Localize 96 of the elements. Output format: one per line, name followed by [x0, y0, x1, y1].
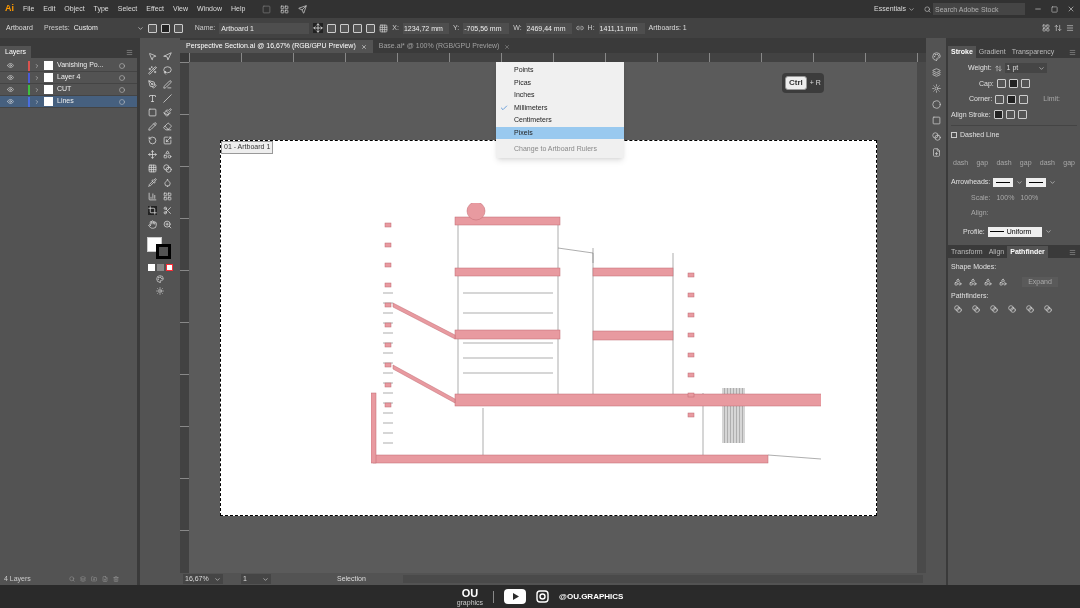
- camera-icon[interactable]: [536, 590, 550, 603]
- panel-menu-icon[interactable]: [1069, 249, 1076, 256]
- miter-join-icon[interactable]: [995, 94, 1005, 104]
- shape-builder-tool-icon[interactable]: [163, 150, 172, 159]
- line-tool-icon[interactable]: [163, 94, 172, 103]
- zoom-tool-icon[interactable]: [163, 220, 172, 229]
- video-play-icon[interactable]: [504, 589, 527, 604]
- social-handle: @OU.GRAPHICS: [559, 590, 624, 603]
- round-join-icon[interactable]: [1007, 94, 1017, 104]
- pathfinder-icon[interactable]: [1044, 305, 1052, 313]
- eyedropper-tool-icon[interactable]: [148, 178, 157, 187]
- pencil-tool-icon[interactable]: [148, 122, 157, 131]
- panel-icon[interactable]: [931, 148, 941, 157]
- caret-icon[interactable]: [1016, 178, 1024, 186]
- visibility-icon[interactable]: [7, 74, 14, 81]
- caret-icon[interactable]: [908, 5, 915, 13]
- panel-icon[interactable]: [931, 84, 941, 93]
- none-swatch[interactable]: [165, 264, 173, 271]
- caret-icon[interactable]: [1049, 178, 1057, 186]
- panel-menu-icon[interactable]: [1069, 49, 1076, 56]
- type-tool-icon[interactable]: [148, 94, 157, 103]
- scale-tool-icon[interactable]: [163, 136, 172, 145]
- screen-mode-icon[interactable]: [156, 287, 164, 295]
- search-icon: [924, 5, 931, 13]
- paintbrush-tool-icon[interactable]: [163, 108, 172, 117]
- caret-icon[interactable]: [262, 575, 269, 583]
- graph-tool-icon[interactable]: [148, 192, 157, 201]
- caret-icon[interactable]: [1037, 64, 1045, 72]
- constrain-proportions-icon[interactable]: [575, 24, 584, 32]
- landscape-icon[interactable]: [160, 23, 170, 33]
- color-swatch[interactable]: [147, 264, 155, 271]
- panel-icon[interactable]: [931, 52, 941, 61]
- checkbox[interactable]: [951, 132, 957, 139]
- close-icon[interactable]: [504, 43, 511, 50]
- align-center-icon[interactable]: [993, 110, 1003, 120]
- reference-point-icon[interactable]: [379, 23, 389, 33]
- stepper-icon[interactable]: [994, 64, 1002, 72]
- bevel-join-icon[interactable]: [1019, 94, 1029, 104]
- shape-mode-icon[interactable]: [984, 277, 992, 286]
- share-icon[interactable]: [298, 4, 308, 14]
- arrange-documents-icon[interactable]: [280, 4, 290, 14]
- direct-selection-tool-icon[interactable]: [163, 52, 172, 61]
- shape-mode-icon[interactable]: [999, 277, 1007, 286]
- minimize-icon[interactable]: [1034, 5, 1042, 13]
- rectangle-tool-icon[interactable]: [148, 108, 157, 117]
- move-artwork-icon[interactable]: [313, 23, 324, 33]
- pathfinder-icon[interactable]: [1026, 305, 1034, 313]
- selection-tool-icon[interactable]: [148, 52, 157, 61]
- options-icon[interactable]: [1066, 24, 1074, 32]
- round-cap-icon[interactable]: [1008, 79, 1018, 89]
- artboard-order-icon[interactable]: [1054, 24, 1062, 32]
- visibility-icon[interactable]: [7, 98, 14, 105]
- pathfinder-icon[interactable]: [1008, 305, 1016, 313]
- maximize-icon[interactable]: [1051, 5, 1058, 13]
- pen-tool-icon[interactable]: [148, 80, 157, 89]
- eraser-tool-icon[interactable]: [163, 122, 172, 131]
- rotate-tool-icon[interactable]: [148, 136, 157, 145]
- panel-icon[interactable]: [931, 68, 941, 77]
- delete-icon[interactable]: [113, 576, 119, 582]
- close-icon[interactable]: [360, 43, 367, 50]
- draw-mode-icon[interactable]: [156, 275, 164, 283]
- brand-logo: OU: [461, 587, 479, 599]
- shape-mode-icon[interactable]: [954, 277, 962, 286]
- slice-tool-icon[interactable]: [163, 206, 172, 215]
- caret-icon[interactable]: [214, 575, 221, 583]
- arrowhead-dropdown[interactable]: [993, 177, 1014, 187]
- pathfinder-icon[interactable]: [972, 305, 980, 313]
- panel-menu-icon[interactable]: [126, 49, 133, 56]
- keycap: Ctrl: [785, 76, 807, 90]
- align-inside-icon[interactable]: [1005, 110, 1015, 120]
- projecting-cap-icon[interactable]: [1020, 79, 1030, 89]
- visibility-icon[interactable]: [7, 86, 14, 93]
- pathfinder-icon[interactable]: [990, 305, 998, 313]
- new-artboard-icon[interactable]: [173, 23, 183, 33]
- caret-icon[interactable]: [1044, 228, 1052, 236]
- magic-wand-tool-icon[interactable]: [148, 66, 157, 75]
- artboard-tool-icon[interactable]: [148, 206, 157, 215]
- mesh-tool-icon[interactable]: [148, 164, 157, 173]
- symbol-tool-icon[interactable]: [163, 192, 172, 201]
- align-outside-icon[interactable]: [1017, 110, 1027, 120]
- caret-icon[interactable]: [136, 24, 144, 32]
- lasso-tool-icon[interactable]: [163, 66, 172, 75]
- close-icon[interactable]: [1067, 5, 1075, 13]
- shape-mode-icon[interactable]: [969, 277, 977, 286]
- pathfinder-icon[interactable]: [954, 305, 962, 313]
- artboard-options-icon[interactable]: [366, 23, 376, 33]
- curvature-tool-icon[interactable]: [163, 80, 172, 89]
- fill-stroke-swatch[interactable]: [147, 237, 173, 259]
- app-logo: Ai: [5, 2, 14, 16]
- visibility-icon[interactable]: [7, 62, 14, 69]
- gradient-swatch[interactable]: [156, 264, 164, 271]
- rearrange-icon[interactable]: [1042, 24, 1050, 32]
- butt-cap-icon[interactable]: [996, 79, 1006, 89]
- arrowhead-dropdown[interactable]: [1026, 177, 1047, 187]
- hand-tool-icon[interactable]: [148, 220, 157, 229]
- portrait-icon[interactable]: [147, 23, 157, 33]
